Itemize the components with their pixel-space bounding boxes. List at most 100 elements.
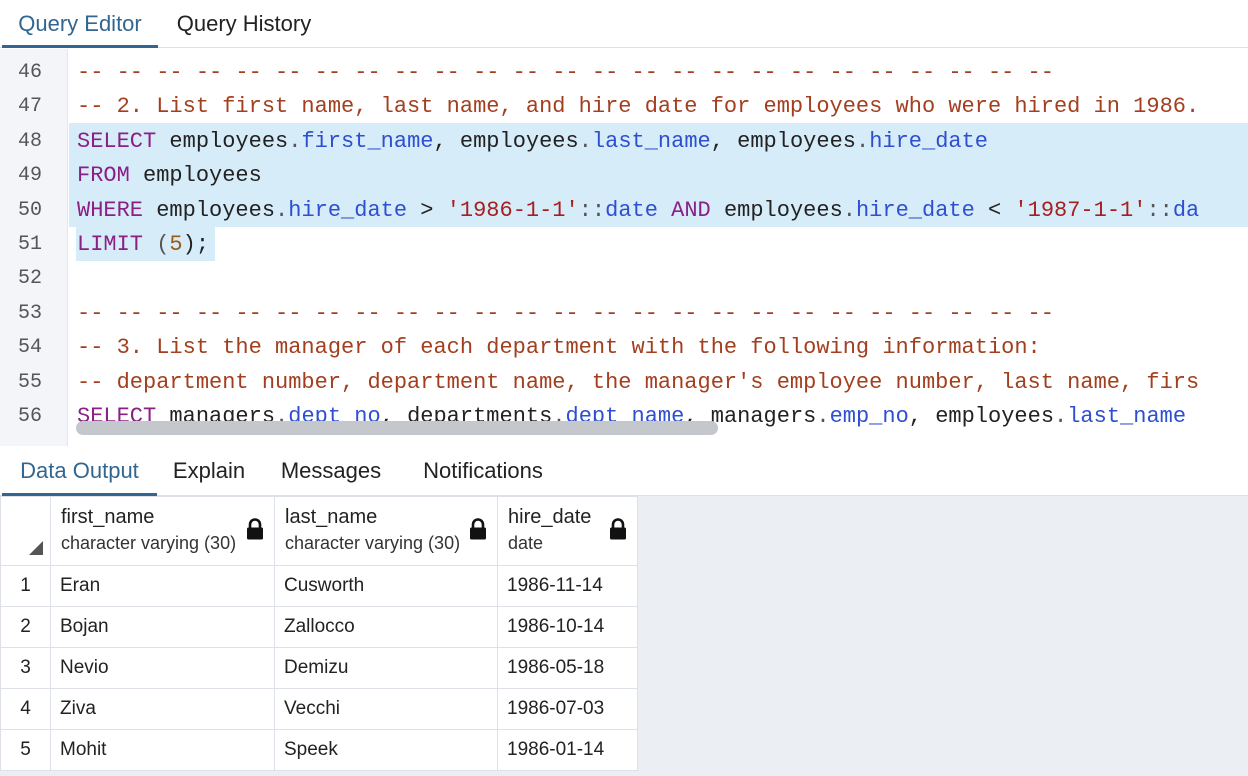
code-token: , employees (433, 128, 579, 154)
column-type: character varying (30) (285, 533, 461, 553)
code-token: '1986-1-1' (446, 197, 579, 223)
code-line[interactable]: -- -- -- -- -- -- -- -- -- -- -- -- -- -… (77, 297, 1054, 331)
cell-hire-date[interactable]: 1986-01-14 (497, 729, 638, 771)
tab-explain[interactable]: Explain (160, 446, 258, 495)
table-row[interactable]: 3 Nevio Demizu 1986-05-18 (0, 647, 638, 689)
code-line[interactable]: LIMIT (5); (77, 228, 209, 262)
column-header-last-name[interactable]: last_name character varying (30) (274, 496, 498, 566)
row-number[interactable]: 5 (0, 729, 51, 771)
line-number: 51 (17, 233, 42, 256)
code-token: , employees (908, 404, 1055, 429)
line-number-gutter: 46 47 48 49 50 51 52 53 54 55 56 (0, 49, 68, 446)
row-number[interactable]: 2 (0, 606, 51, 648)
cell-last-name[interactable]: Demizu (274, 647, 498, 689)
code-token: employees (129, 163, 262, 189)
results-tab-bar: Data Output Explain Messages Notificatio… (0, 446, 1248, 496)
code-token: -- -- -- -- -- -- -- -- -- -- -- -- -- -… (77, 60, 1054, 85)
tab-data-output[interactable]: Data Output (2, 446, 157, 496)
row-number[interactable]: 3 (0, 647, 51, 689)
cell-first-name[interactable]: Bojan (50, 606, 275, 648)
column-type: character varying (30) (61, 533, 237, 553)
table-row[interactable]: 2 Bojan Zallocco 1986-10-14 (0, 606, 638, 648)
code-token: employees (710, 197, 843, 223)
lock-icon (470, 518, 486, 540)
code-token: , employees (710, 128, 856, 154)
code-token: last_name (1067, 404, 1187, 429)
cell-hire-date[interactable]: 1986-07-03 (497, 688, 638, 730)
code-token: ); (182, 232, 210, 257)
code-token: hire_date (288, 197, 408, 223)
code-token: . (578, 128, 592, 154)
results-grid: first_name character varying (30) last_n… (0, 496, 638, 771)
code-token: :: (1146, 197, 1173, 223)
cell-last-name[interactable]: Cusworth (274, 565, 498, 607)
code-token: '1987-1-1' (1014, 197, 1147, 223)
column-header-first-name[interactable]: first_name character varying (30) (50, 496, 275, 566)
cell-last-name[interactable]: Vecchi (274, 688, 498, 730)
column-name: last_name (285, 506, 378, 528)
code-token: hire_date (855, 197, 975, 223)
code-token: 5 (169, 232, 183, 257)
lock-icon (247, 518, 263, 540)
column-header-hire-date[interactable]: hire_date date (497, 496, 638, 566)
corner-triangle-icon (29, 541, 43, 555)
cell-first-name[interactable]: Nevio (50, 647, 275, 689)
cell-first-name[interactable]: Ziva (50, 688, 275, 730)
code-area[interactable]: -- -- -- -- -- -- -- -- -- -- -- -- -- -… (69, 49, 1248, 446)
table-row[interactable]: 1 Eran Cusworth 1986-11-14 (0, 565, 638, 607)
code-token: . (288, 128, 302, 154)
tab-query-editor[interactable]: Query Editor (2, 0, 158, 48)
cell-hire-date[interactable]: 1986-05-18 (497, 647, 638, 689)
table-row[interactable]: 5 Mohit Speek 1986-01-14 (0, 729, 638, 771)
code-token: da (1172, 197, 1200, 223)
code-token: . (842, 197, 856, 223)
tab-notifications[interactable]: Notifications (404, 446, 562, 495)
code-line[interactable]: -- -- -- -- -- -- -- -- -- -- -- -- -- -… (77, 56, 1054, 90)
code-line[interactable]: -- 3. List the manager of each departmen… (77, 331, 1041, 365)
data-output-panel: first_name character varying (30) last_n… (0, 496, 1248, 776)
code-token: . (855, 128, 870, 154)
code-token: > (407, 197, 447, 223)
line-number: 52 (17, 267, 42, 291)
line-number: 50 (17, 198, 42, 222)
code-token: -- 3. List the manager of each departmen… (77, 335, 1041, 361)
column-name: first_name (61, 506, 155, 528)
cell-first-name[interactable]: Eran (50, 565, 275, 607)
tab-query-history[interactable]: Query History (160, 0, 328, 47)
code-line[interactable]: -- department number, department name, t… (77, 366, 1199, 400)
code-token: . (816, 404, 830, 429)
code-line[interactable]: SELECT employees.first_name, employees.l… (77, 125, 988, 159)
cell-last-name[interactable]: Zallocco (274, 606, 498, 648)
code-token: < (974, 197, 1015, 223)
line-number: 55 (17, 370, 42, 394)
code-token: :: (578, 197, 606, 223)
code-line[interactable]: WHERE employees.hire_date > '1986-1-1'::… (77, 194, 1199, 228)
lock-icon (610, 518, 626, 540)
editor-tab-bar: Query Editor Query History (0, 0, 1248, 48)
code-token: -- -- -- -- -- -- -- -- -- -- -- -- -- -… (77, 300, 1054, 326)
tab-messages[interactable]: Messages (266, 446, 396, 495)
code-token: . (275, 197, 289, 223)
cell-hire-date[interactable]: 1986-10-14 (497, 606, 638, 648)
code-token: LIMIT (77, 232, 144, 257)
select-all-corner[interactable] (0, 496, 51, 566)
line-number: 47 (17, 95, 42, 119)
code-line[interactable]: -- 2. List first name, last name, and hi… (77, 90, 1199, 124)
row-number[interactable]: 4 (0, 688, 51, 730)
cell-last-name[interactable]: Speek (274, 729, 498, 771)
code-line[interactable]: FROM employees (77, 159, 262, 193)
cell-first-name[interactable]: Mohit (50, 729, 275, 771)
line-number: 56 (17, 405, 42, 428)
cell-hire-date[interactable]: 1986-11-14 (497, 565, 638, 607)
table-row[interactable]: 4 Ziva Vecchi 1986-07-03 (0, 688, 638, 730)
code-token: hire_date (869, 128, 989, 154)
code-token: employees (143, 197, 276, 223)
line-number: 49 (17, 164, 42, 188)
horizontal-scrollbar[interactable] (76, 421, 718, 435)
row-number[interactable]: 1 (0, 565, 51, 607)
sql-editor[interactable]: 46 47 48 49 50 51 52 53 54 55 56 -- -- -- -- -- --… (0, 49, 1248, 446)
code-token: WHERE (77, 197, 144, 223)
line-number: 54 (17, 336, 42, 360)
line-number: 46 (17, 61, 42, 84)
code-token: . (1054, 404, 1068, 429)
